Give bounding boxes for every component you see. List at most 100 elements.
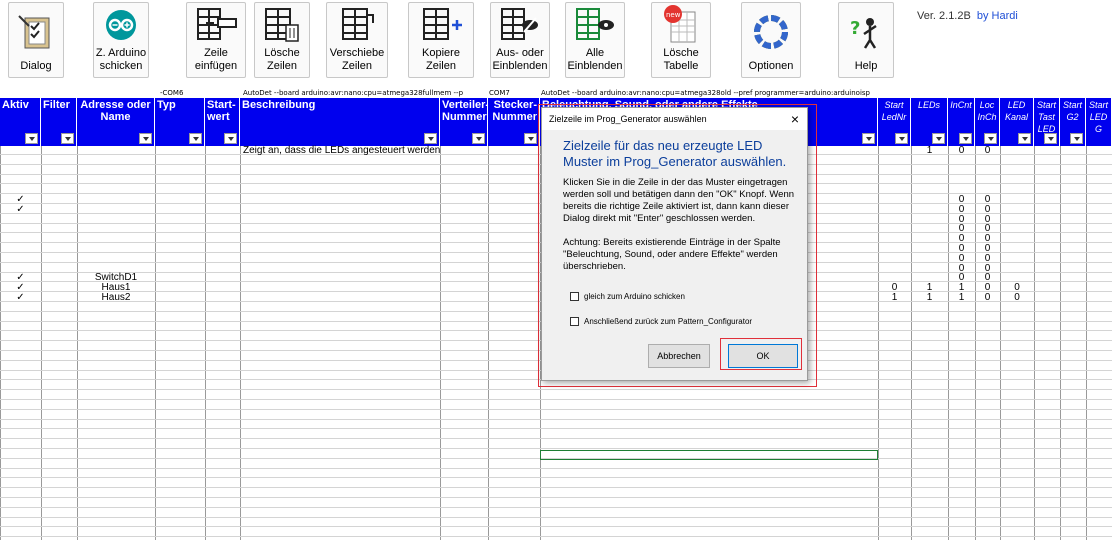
dialog-title: Zielzeile im Prog_Generator auswählen [549, 114, 707, 124]
cell-locinch[interactable]: 0 [975, 293, 1000, 303]
return-configurator-checkbox[interactable]: Anschließend zurück zum Pattern_Configur… [570, 317, 752, 326]
cell-locinch[interactable]: 0 [975, 263, 1000, 273]
cell-leds[interactable]: 1 [911, 283, 948, 293]
cell-name[interactable]: SwitchD1 [77, 273, 155, 283]
filter-dropdown-icon[interactable] [189, 133, 202, 144]
ok-highlight [720, 338, 802, 370]
cell-aktiv[interactable]: ✓ [0, 204, 41, 214]
cell-aktiv[interactable]: ✓ [0, 283, 41, 293]
cell-incnt[interactable]: 0 [948, 146, 975, 156]
cell-lednr[interactable]: 0 [878, 283, 911, 293]
cell-incnt[interactable]: 0 [948, 244, 975, 254]
show-all-button[interactable]: Alle Einblenden [565, 2, 625, 78]
table-row[interactable] [0, 518, 1112, 528]
table-row[interactable] [0, 489, 1112, 498]
cell-incnt[interactable]: 0 [948, 214, 975, 224]
cell-incnt[interactable]: 0 [948, 234, 975, 244]
delete-rows-button[interactable]: Lösche Zeilen [254, 2, 310, 78]
cell-aktiv[interactable]: ✓ [0, 293, 41, 303]
filter-dropdown-icon[interactable] [895, 133, 908, 144]
dialog-heading: Zielzeile für das neu erzeugte LED Muste… [563, 138, 787, 169]
filter-dropdown-icon[interactable] [472, 133, 485, 144]
cell-locinch[interactable]: 0 [975, 234, 1000, 244]
cell-leds[interactable]: 1 [911, 146, 948, 156]
cell-locinch[interactable]: 0 [975, 146, 1000, 156]
dialog-button[interactable]: Dialog [8, 2, 64, 78]
filter-dropdown-icon[interactable] [524, 133, 537, 144]
cell-incnt[interactable]: 0 [948, 224, 975, 234]
filter-dropdown-icon[interactable] [224, 133, 237, 144]
cell-desc[interactable]: Zeigt an, dass die LEDs angesteuert werd… [243, 146, 440, 156]
cell-leds[interactable]: 1 [911, 293, 948, 303]
copy-rows-button[interactable]: Kopiere Zeilen [408, 2, 474, 78]
insert-row-icon [187, 3, 245, 47]
options-button[interactable]: Optionen [741, 2, 801, 78]
send-arduino-checkbox[interactable]: gleich zum Arduino schicken [570, 292, 685, 301]
filter-dropdown-icon[interactable] [1018, 133, 1031, 144]
cell-aktiv[interactable]: ✓ [0, 195, 41, 205]
cell-incnt[interactable]: 0 [948, 273, 975, 283]
header-led-kanal: LED Kanal [1000, 98, 1034, 146]
cell-name[interactable]: Haus2 [77, 293, 155, 303]
insert-row-button[interactable]: Zeile einfügen [186, 2, 246, 78]
cell-locinch[interactable]: 0 [975, 195, 1000, 205]
delete-table-button[interactable]: new Lösche Tabelle [651, 2, 711, 78]
cell-incnt[interactable]: 0 [948, 204, 975, 214]
cell-locinch[interactable]: 0 [975, 283, 1000, 293]
cell-locinch[interactable]: 0 [975, 214, 1000, 224]
help-button[interactable]: ? Help [838, 2, 894, 78]
cancel-button[interactable]: Abbrechen [648, 344, 710, 368]
table-row[interactable] [0, 411, 1112, 420]
close-icon[interactable]: × [791, 108, 799, 130]
cell-kanal[interactable]: 0 [1000, 293, 1034, 303]
filter-dropdown-icon[interactable] [984, 133, 997, 144]
header-loc-inch: Loc InCh [975, 98, 1000, 146]
filter-dropdown-icon[interactable] [61, 133, 74, 144]
cell-aktiv[interactable]: ✓ [0, 273, 41, 283]
cell-locinch[interactable]: 0 [975, 244, 1000, 254]
table-row[interactable] [0, 391, 1112, 400]
table-row[interactable] [0, 420, 1112, 430]
checkbox-box[interactable] [570, 317, 579, 326]
header-leds: LEDs [911, 98, 948, 146]
arduino-send-button[interactable]: Z. Arduino schicken [93, 2, 149, 78]
header-beschreibung: Beschreibung [240, 98, 440, 146]
table-row[interactable] [0, 401, 1112, 410]
filter-dropdown-icon[interactable] [1070, 133, 1083, 144]
table-row[interactable] [0, 528, 1112, 538]
filter-dropdown-icon[interactable] [932, 133, 945, 144]
table-row[interactable] [0, 479, 1112, 489]
cell-name[interactable]: Haus1 [77, 283, 155, 293]
cell-lednr[interactable]: 1 [878, 293, 911, 303]
header-verteiler: Verteiler- Nummer [440, 98, 489, 146]
table-row[interactable] [0, 460, 1112, 469]
table-row[interactable] [0, 430, 1112, 440]
cell-locinch[interactable]: 0 [975, 273, 1000, 283]
selected-cell[interactable] [540, 449, 878, 460]
filter-dropdown-icon[interactable] [1044, 133, 1057, 144]
table-row[interactable] [0, 499, 1112, 508]
table-row[interactable] [0, 440, 1112, 449]
insert-row-label: Zeile einfügen [194, 47, 238, 72]
header-incnt: InCnt [948, 98, 975, 146]
cell-incnt[interactable]: 1 [948, 283, 975, 293]
cell-locinch[interactable]: 0 [975, 253, 1000, 263]
version-info: Ver. 2.1.2B by Hardi [917, 10, 1018, 22]
table-row[interactable] [0, 509, 1112, 518]
filter-dropdown-icon[interactable] [25, 133, 38, 144]
cell-locinch[interactable]: 0 [975, 224, 1000, 234]
filter-dropdown-icon[interactable] [862, 133, 875, 144]
cell-incnt[interactable]: 0 [948, 263, 975, 273]
hide-show-button[interactable]: Aus- oder Einblenden [490, 2, 550, 78]
cell-kanal[interactable]: 0 [1000, 283, 1034, 293]
cell-incnt[interactable]: 0 [948, 195, 975, 205]
filter-dropdown-icon[interactable] [139, 133, 152, 144]
filter-dropdown-icon[interactable] [959, 133, 972, 144]
move-rows-button[interactable]: Verschiebe Zeilen [326, 2, 388, 78]
checkbox-box[interactable] [570, 292, 579, 301]
cell-incnt[interactable]: 1 [948, 293, 975, 303]
cell-locinch[interactable]: 0 [975, 204, 1000, 214]
table-row[interactable] [0, 469, 1112, 479]
cell-incnt[interactable]: 0 [948, 253, 975, 263]
filter-dropdown-icon[interactable] [424, 133, 437, 144]
